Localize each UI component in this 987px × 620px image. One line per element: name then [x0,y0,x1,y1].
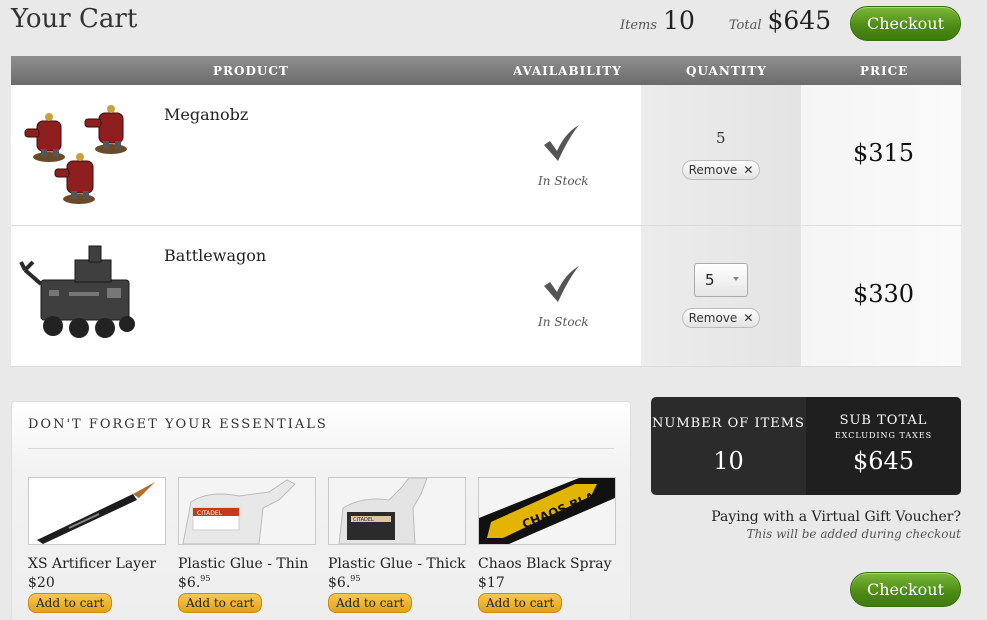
checkout-button-top[interactable]: Checkout [850,6,961,41]
page-title: Your Cart [11,4,138,34]
voucher-question[interactable]: Paying with a Virtual Gift Voucher? [711,509,961,525]
essential-item: XS Artificer Layer $20 Add to cart [28,477,166,613]
checkmark-icon [544,266,579,302]
essential-thumbnail[interactable]: CHAOS BLACK [478,477,616,545]
add-to-cart-button[interactable]: Add to cart [178,593,263,613]
checkmark-icon [544,125,579,161]
essentials-panel: DON'T FORGET YOUR ESSENTIALS XS Artifice… [11,401,631,620]
product-image-battlewagon[interactable] [19,240,139,352]
number-of-items-value: 10 [713,447,744,475]
total-value: $645 [767,6,832,35]
close-icon: ✕ [743,163,754,177]
essential-item: CHAOS BLACK Chaos Black Spray $17 Add to… [478,477,616,613]
remove-button[interactable]: Remove ✕ [682,160,760,180]
row-price: $330 [853,280,915,308]
essential-thumbnail[interactable]: CITADEL [178,477,316,545]
product-name[interactable]: Battlewagon [164,246,266,265]
essential-price: $6.95 [178,574,211,591]
row-price: $315 [853,139,915,167]
quantity-value: 5 [716,129,726,147]
cart-summary-top: Items 10 Total $645 [620,6,831,35]
number-of-items-label: NUMBER OF ITEMS [652,416,805,431]
thumb-brand-label: CITADEL [353,517,374,523]
subtotal-label: SUB TOTAL [839,413,928,428]
essential-thumbnail[interactable]: CITADEL [328,477,466,545]
essential-price: $17 [478,575,505,591]
table-row: Battlewagon In Stock 5 Remove ✕ $330 [11,226,961,367]
subtotal-value: $645 [852,447,915,475]
essential-name[interactable]: Plastic Glue - Thin [178,556,316,572]
column-header-product: PRODUCT [213,64,289,78]
essential-price: $20 [28,575,55,591]
product-name[interactable]: Meganobz [164,105,248,124]
column-header-availability: AVAILABILITY [513,64,622,78]
total-label: Total [728,18,762,33]
quantity-select[interactable]: 5 [694,263,748,297]
essential-thumbnail[interactable] [28,477,166,545]
chevron-down-icon [733,277,739,281]
essential-item: CITADEL Plastic Glue - Thick $6.95 Add t… [328,477,466,613]
column-header-price: PRICE [860,64,909,78]
items-count: 10 [663,6,695,35]
voucher-note: Paying with a Virtual Gift Voucher? This… [711,509,961,541]
essential-price: $6.95 [328,574,361,591]
items-label: Items [620,18,658,33]
product-image-meganobz[interactable] [19,99,139,211]
quantity-selected-value: 5 [705,271,715,289]
voucher-hint: This will be added during checkout [746,527,961,541]
subtotal-sublabel: EXCLUDING TAXES [834,431,933,440]
essential-name[interactable]: Chaos Black Spray [478,556,616,572]
order-summary-box: NUMBER OF ITEMS 10 SUB TOTAL EXCLUDING T… [651,397,961,495]
checkout-button-bottom[interactable]: Checkout [850,572,961,607]
add-to-cart-button[interactable]: Add to cart [328,593,413,613]
remove-button[interactable]: Remove ✕ [682,308,760,328]
table-row: Meganobz In Stock 5 Remove ✕ $315 [11,85,961,226]
close-icon: ✕ [743,311,754,325]
availability-status: In Stock [538,315,589,329]
divider [28,448,614,449]
cart-table: PRODUCT AVAILABILITY QUANTITY PRICE Mega… [11,56,961,367]
essentials-title: DON'T FORGET YOUR ESSENTIALS [28,417,328,432]
add-to-cart-button[interactable]: Add to cart [28,593,113,613]
essential-name[interactable]: XS Artificer Layer [28,556,166,572]
thumb-brand-label: CITADEL [197,510,223,517]
column-header-quantity: QUANTITY [686,64,767,78]
remove-label: Remove [688,311,738,325]
essential-name[interactable]: Plastic Glue - Thick [328,556,466,572]
availability-status: In Stock [538,174,589,188]
table-header: PRODUCT AVAILABILITY QUANTITY PRICE [11,56,961,85]
add-to-cart-button[interactable]: Add to cart [478,593,563,613]
remove-label: Remove [688,163,738,177]
essential-item: CITADEL Plastic Glue - Thin $6.95 Add to… [178,477,316,613]
